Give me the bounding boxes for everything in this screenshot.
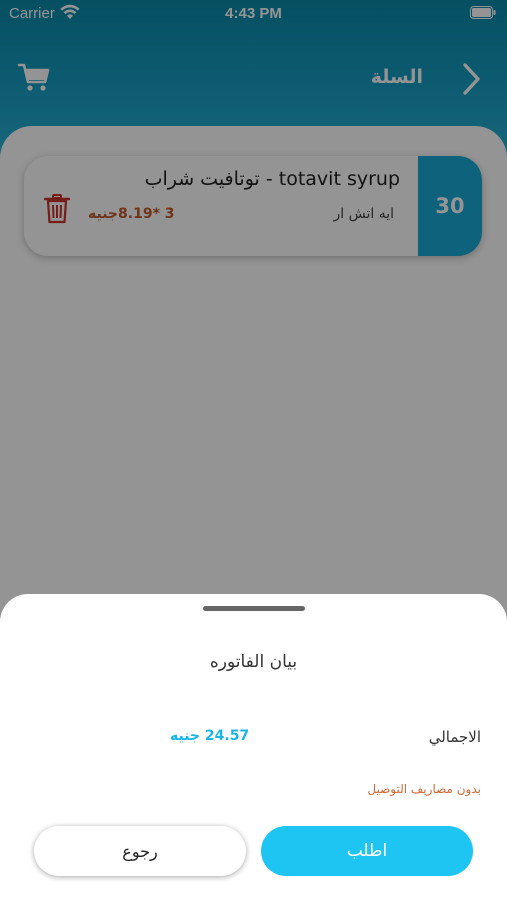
order-button[interactable]: اطلب (261, 826, 473, 876)
back-button[interactable]: رجوع (34, 826, 246, 876)
delivery-note: بدون مصاريف التوصيل (367, 782, 481, 796)
total-label: الاجمالي (428, 728, 481, 746)
invoice-sheet: بيان الفاتوره الاجمالي 24.57 جنيه بدون م… (0, 594, 507, 900)
total-value: 24.57 جنيه (170, 728, 250, 744)
sheet-title: بيان الفاتوره (209, 652, 298, 672)
sheet-grabber[interactable] (203, 606, 305, 611)
